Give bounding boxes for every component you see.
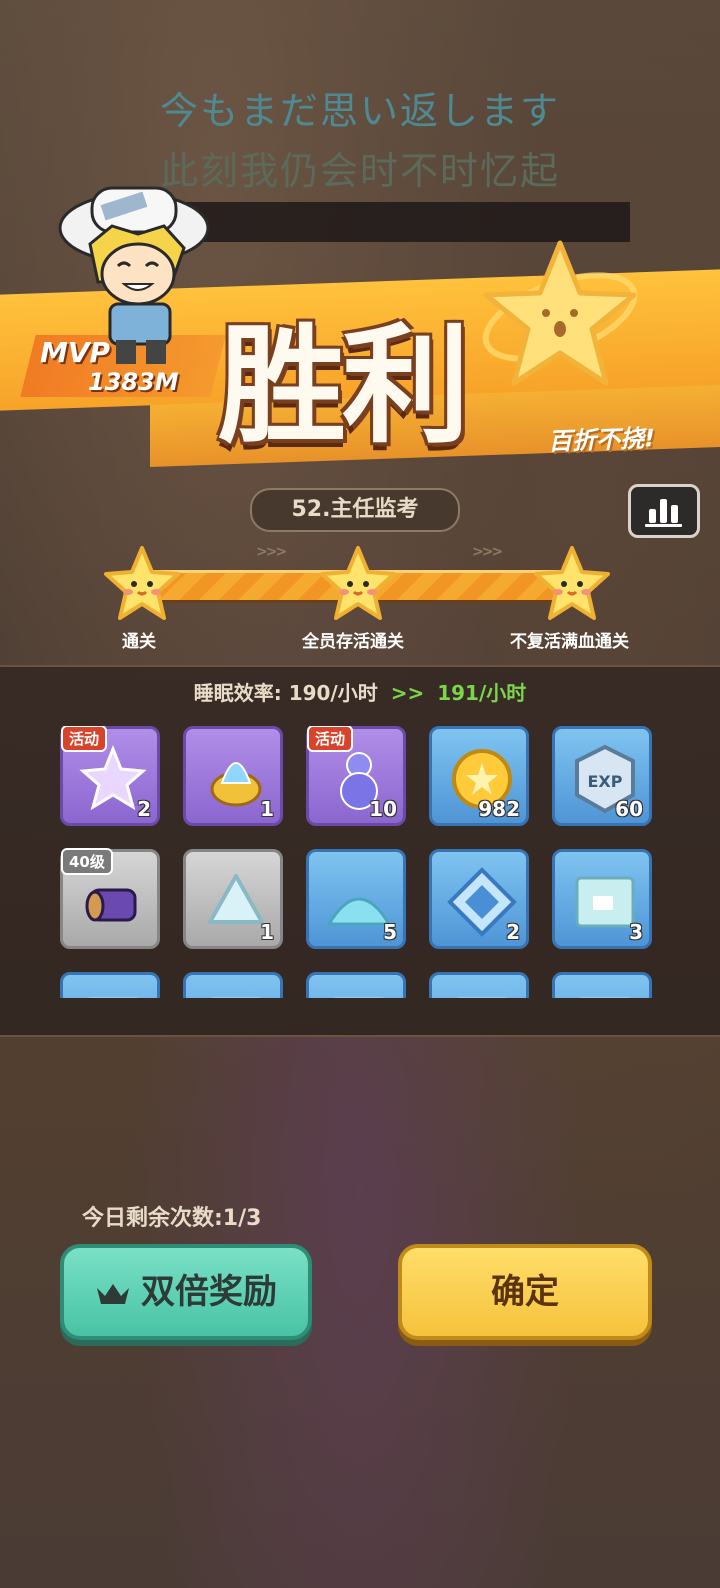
reward-tag: 活动 bbox=[307, 726, 354, 752]
reward-items-grid: 活动 2 1 活动 10 982 EXP 60 40级 1 5 2 3 bbox=[60, 726, 660, 998]
victory-title: 胜利 bbox=[218, 312, 470, 461]
reward-item[interactable] bbox=[306, 972, 406, 998]
reward-item[interactable]: 982 bbox=[429, 726, 529, 826]
objective-star-icon-2 bbox=[320, 546, 396, 620]
confirm-label: 确定 bbox=[491, 1272, 559, 1312]
reward-quantity: 1 bbox=[260, 920, 274, 944]
efficiency-label: 睡眠效率: bbox=[193, 681, 282, 705]
objective-star-icon-1 bbox=[104, 546, 180, 620]
reward-tag: 40级 bbox=[61, 848, 113, 875]
reward-item[interactable]: 1 bbox=[183, 726, 283, 826]
svg-text:EXP: EXP bbox=[588, 772, 623, 791]
mvp-value: 1383M bbox=[88, 368, 179, 396]
reward-item[interactable]: 活动 10 bbox=[306, 726, 406, 826]
stage-name-pill: 52.主任监考 bbox=[250, 488, 460, 532]
objective-label-3: 不复活满血通关 bbox=[510, 632, 629, 652]
sleep-efficiency-row: 睡眠效率: 190/小时 >> 191/小时 bbox=[0, 677, 720, 706]
victory-slogan: 百折不挠! bbox=[547, 424, 656, 456]
reward-tag: 活动 bbox=[61, 726, 108, 752]
lyric-line-japanese: 今もまだ思い返します bbox=[159, 89, 560, 133]
reward-item[interactable]: EXP 60 bbox=[552, 726, 652, 826]
remaining-attempts: 今日剩余次数:1/3 bbox=[82, 1206, 262, 1231]
reward-item[interactable]: 2 bbox=[429, 849, 529, 949]
objective-star-icon-3 bbox=[534, 546, 610, 620]
reward-quantity: 2 bbox=[506, 920, 520, 944]
reward-item[interactable] bbox=[552, 972, 652, 998]
reward-quantity: 60 bbox=[615, 797, 643, 821]
item-partial-icon bbox=[456, 997, 508, 998]
statistics-button[interactable] bbox=[628, 484, 700, 538]
confirm-button[interactable]: 确定 bbox=[398, 1244, 652, 1340]
reward-item[interactable]: 5 bbox=[306, 849, 406, 949]
reward-item[interactable] bbox=[183, 972, 283, 998]
crown-icon bbox=[97, 1283, 129, 1304]
reward-quantity: 3 bbox=[629, 920, 643, 944]
item-partial-icon bbox=[579, 997, 631, 998]
reward-quantity: 1 bbox=[260, 797, 274, 821]
item-partial-icon bbox=[87, 997, 139, 998]
reward-item[interactable]: 3 bbox=[552, 849, 652, 949]
reward-item[interactable]: 1 bbox=[183, 849, 283, 949]
double-reward-button[interactable]: 双倍奖励 bbox=[60, 1244, 312, 1340]
chevron-icon: >>> bbox=[256, 544, 287, 560]
item-partial-icon bbox=[333, 997, 385, 998]
purple-drum-icon bbox=[85, 888, 137, 922]
objective-label-1: 通关 bbox=[122, 632, 156, 652]
reward-quantity: 5 bbox=[383, 920, 397, 944]
reward-quantity: 2 bbox=[137, 797, 151, 821]
reward-item[interactable] bbox=[429, 972, 529, 998]
mvp-label: MVP bbox=[40, 336, 111, 369]
objective-label-2: 全员存活通关 bbox=[302, 632, 404, 652]
reward-item[interactable]: 40级 bbox=[60, 848, 160, 949]
item-partial-icon bbox=[210, 997, 262, 998]
efficiency-new-value: 191/小时 bbox=[437, 681, 527, 705]
smiling-star-icon bbox=[482, 240, 638, 386]
double-arrow-icon: >> bbox=[390, 681, 425, 705]
reward-quantity: 10 bbox=[369, 797, 397, 821]
double-reward-label: 双倍奖励 bbox=[141, 1272, 277, 1312]
efficiency-old-value: 190/小时 bbox=[288, 681, 378, 705]
reward-item[interactable] bbox=[60, 972, 160, 998]
chevron-icon: >>> bbox=[472, 544, 503, 560]
reward-item[interactable]: 活动 2 bbox=[60, 726, 160, 826]
reward-quantity: 982 bbox=[478, 797, 520, 821]
bar-chart-icon bbox=[645, 499, 682, 527]
